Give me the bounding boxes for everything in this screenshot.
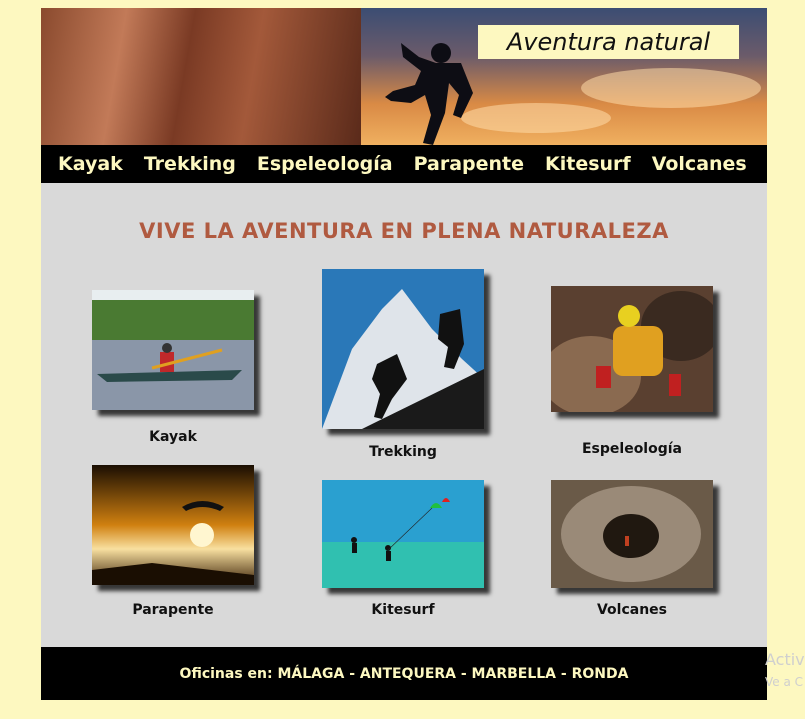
volcanes-photo[interactable]	[551, 480, 713, 588]
cloud-shape	[461, 103, 611, 133]
tile-caption: Espeleología	[581, 441, 682, 457]
tile-caption: Kitesurf	[371, 602, 435, 618]
nav-link-espeleologia[interactable]: Espeleología	[257, 153, 393, 175]
nav-link-volcanes[interactable]: Volcanes	[652, 153, 747, 175]
brand-title-box: Aventura natural	[478, 25, 739, 59]
nav-link-kayak[interactable]: Kayak	[58, 153, 123, 175]
tile-kayak[interactable]: Kayak	[92, 290, 254, 460]
tile-volcanes[interactable]: Volcanes	[551, 480, 713, 620]
header-banner: Aventura natural	[41, 8, 767, 145]
tile-parapente[interactable]: Parapente	[92, 465, 254, 620]
content-panel: VIVE LA AVENTURA EN PLENA NATURALEZA Kay…	[41, 183, 767, 647]
watermark-line1: Activ	[765, 650, 805, 669]
tile-caption: Volcanes	[596, 602, 668, 618]
parapente-photo[interactable]	[92, 465, 254, 585]
brand-title: Aventura natural	[506, 28, 711, 56]
tile-trekking[interactable]: Trekking	[322, 269, 484, 460]
tile-espeleologia[interactable]: Espeleología	[551, 286, 713, 460]
tile-kitesurf[interactable]: Kitesurf	[322, 480, 484, 620]
page-headline: VIVE LA AVENTURA EN PLENA NATURALEZA	[139, 219, 669, 243]
trekking-photo[interactable]	[322, 269, 484, 429]
climber-silhouette-image	[385, 43, 473, 145]
rock-wall-image	[41, 8, 361, 145]
kayak-photo[interactable]	[92, 290, 254, 410]
nav-link-parapente[interactable]: Parapente	[414, 153, 524, 175]
tile-caption: Parapente	[132, 602, 214, 618]
page: Aventura natural Kayak Trekking Espeleol…	[41, 8, 767, 700]
footer-offices: Oficinas en: MÁLAGA - ANTEQUERA - MARBEL…	[179, 665, 629, 682]
tile-caption: Kayak	[149, 429, 197, 445]
footer: Oficinas en: MÁLAGA - ANTEQUERA - MARBEL…	[41, 647, 767, 700]
tile-caption: Trekking	[369, 444, 437, 460]
watermark-line2: Ve a C	[765, 675, 804, 689]
cloud-shape	[581, 68, 761, 108]
kitesurf-photo[interactable]	[322, 480, 484, 588]
espeleologia-photo[interactable]	[551, 286, 713, 412]
nav-link-kitesurf[interactable]: Kitesurf	[545, 153, 631, 175]
main-nav: Kayak Trekking Espeleología Parapente Ki…	[41, 145, 767, 183]
nav-link-trekking[interactable]: Trekking	[144, 153, 236, 175]
